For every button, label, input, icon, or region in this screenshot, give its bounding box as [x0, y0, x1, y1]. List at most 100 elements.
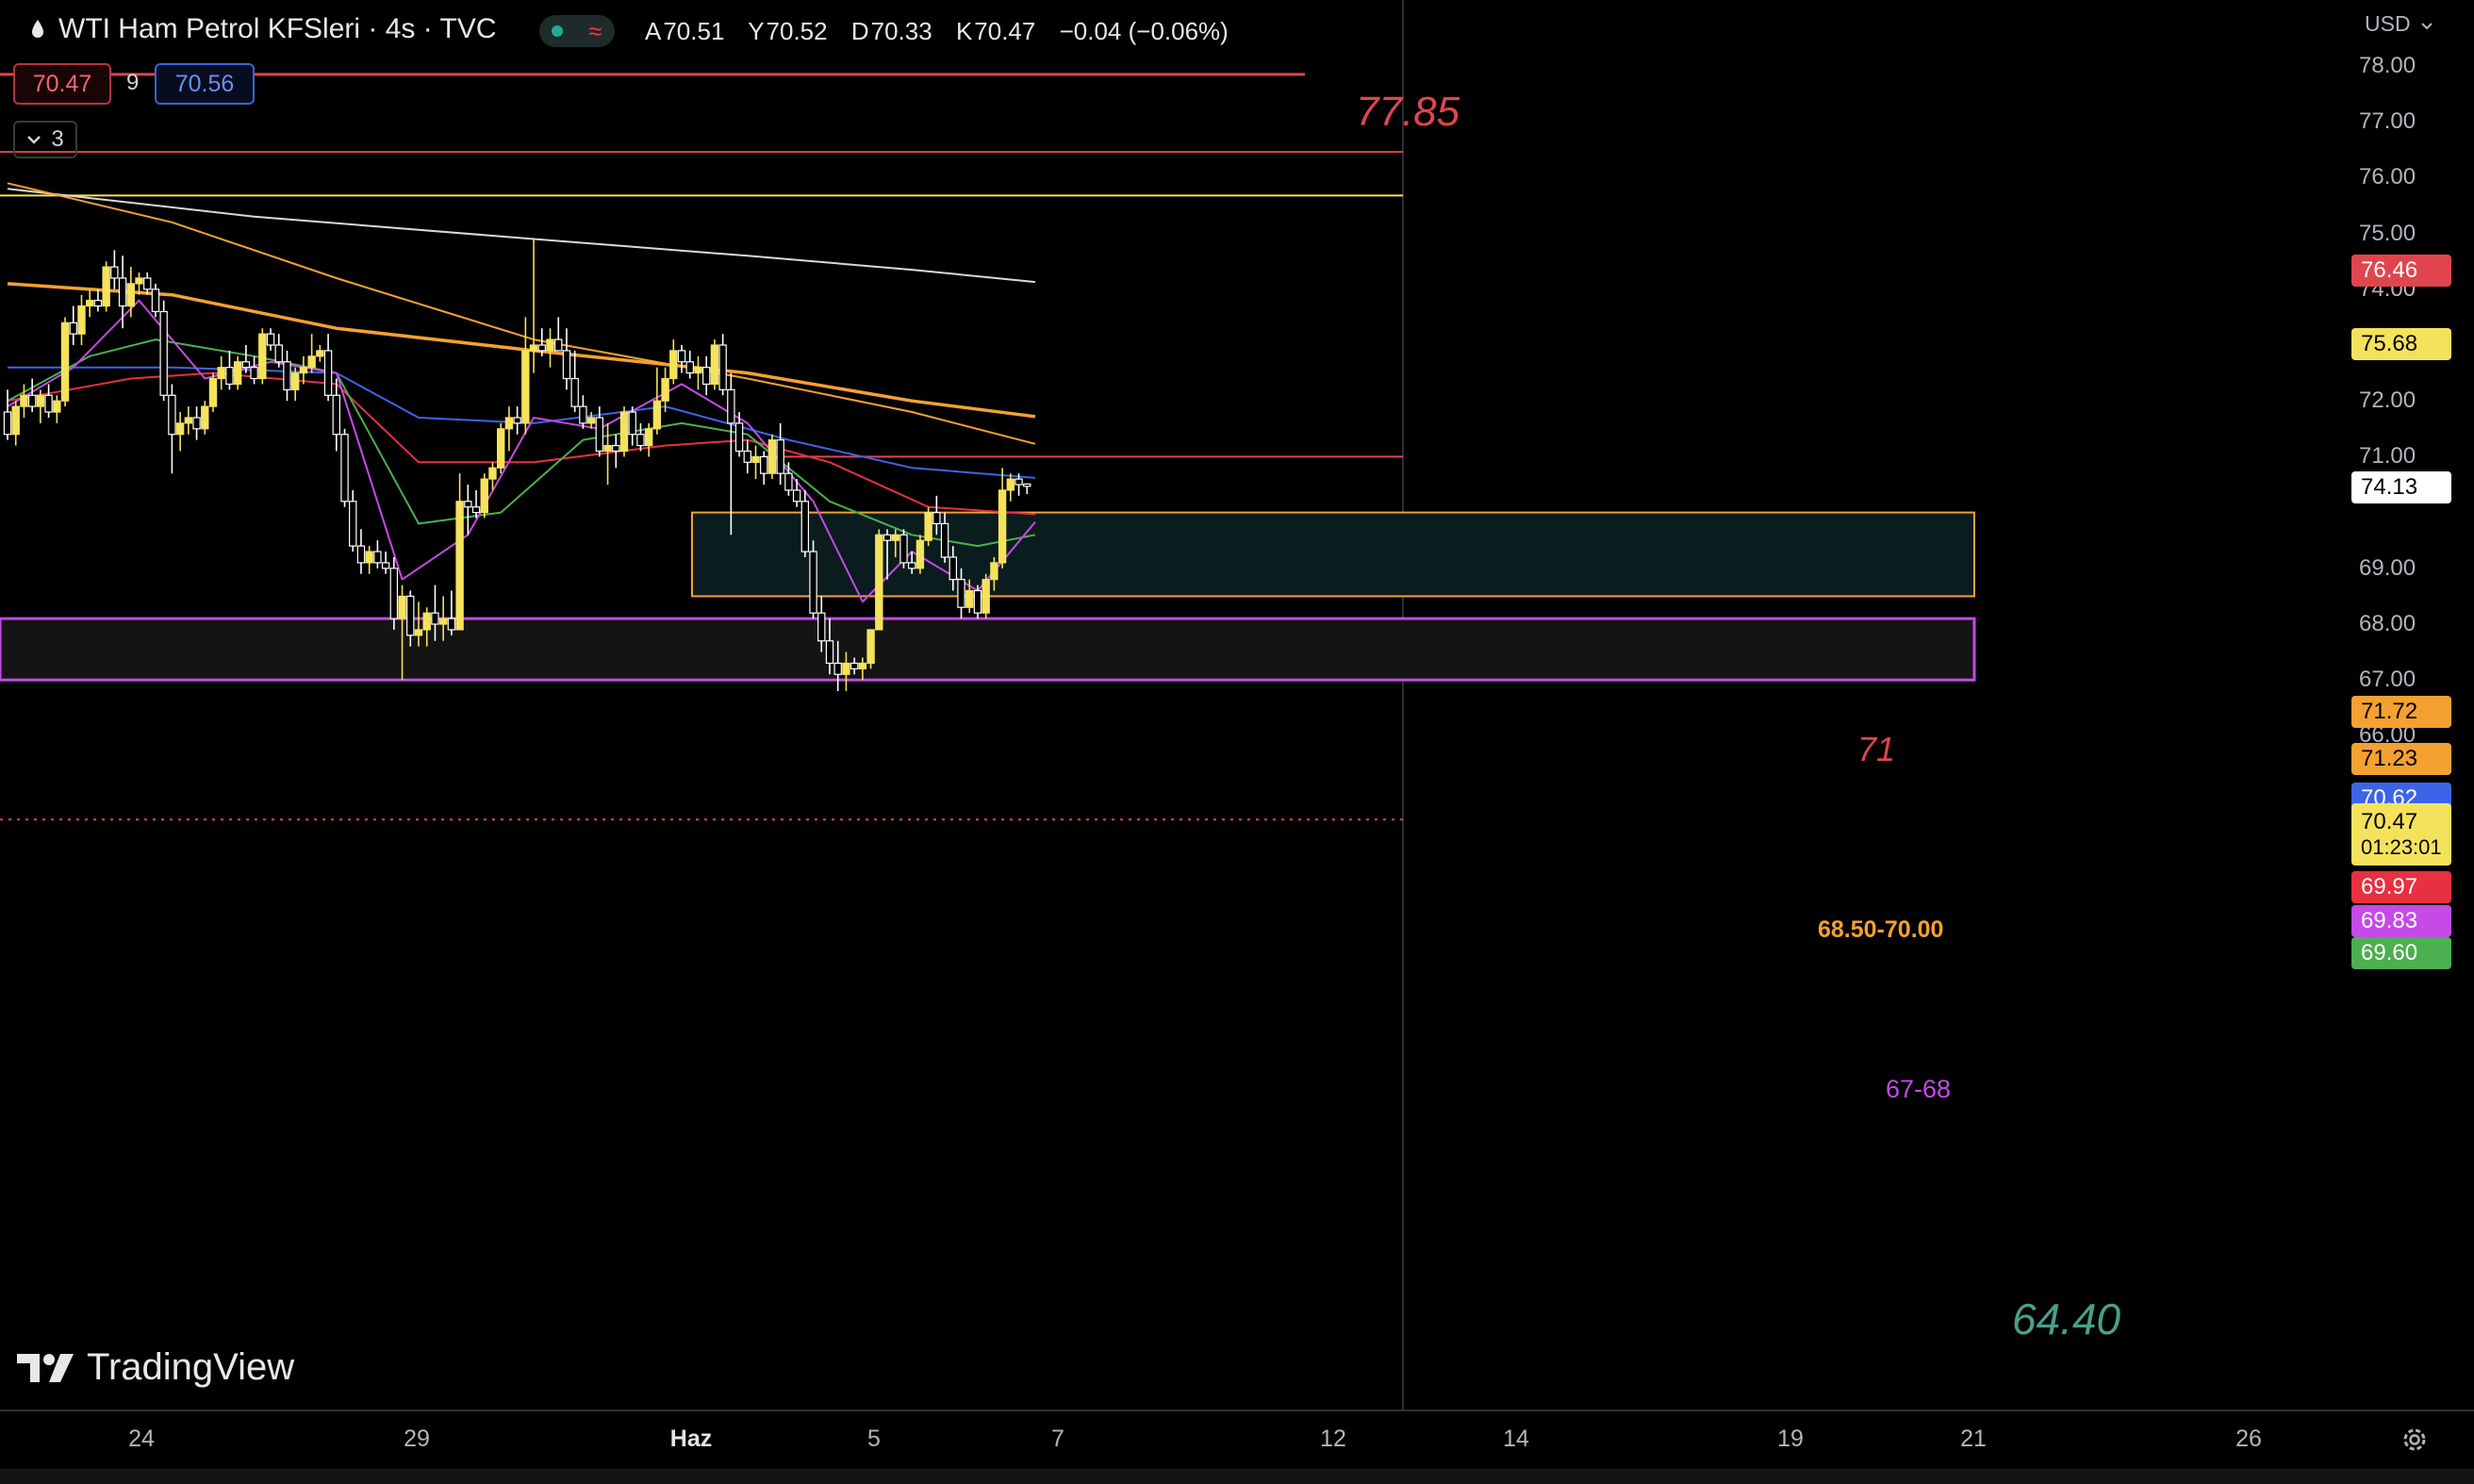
- price-tick-label: 77.00: [2359, 108, 2416, 135]
- candle-body: [734, 422, 744, 453]
- candle-body: [192, 417, 201, 430]
- candle-body: [1014, 478, 1023, 486]
- candle-body: [60, 322, 70, 402]
- logo-text: TradingView: [87, 1346, 295, 1388]
- tradingview-mark-icon: [17, 1353, 74, 1382]
- candle-body: [422, 612, 431, 631]
- candle-body: [44, 394, 53, 413]
- target-low-label: 64.40: [2012, 1294, 2121, 1344]
- time-tick-label: 7: [1051, 1426, 1064, 1452]
- candle-body: [899, 534, 908, 564]
- badge-price: 76.46: [2361, 257, 2418, 283]
- open-value: 70.51: [663, 17, 725, 45]
- zone-upper-label: 68.50-70.00: [1818, 916, 1944, 943]
- candle-countdown: 01:23:01: [2361, 835, 2442, 859]
- candle-body: [513, 417, 521, 424]
- candle-body: [488, 467, 497, 480]
- candle-body: [159, 310, 168, 396]
- trading-chart-app: WTI Ham Petrol KFSleri · 4s · TVC ≈ A70.…: [0, 0, 2474, 1484]
- candle-body: [93, 300, 103, 307]
- candle-body: [701, 367, 711, 386]
- candle-body: [250, 367, 258, 380]
- price-badge: 71.72: [2351, 696, 2451, 728]
- price-tick-label: 78.00: [2359, 53, 2416, 78]
- price-badge: 76.46: [2351, 255, 2451, 287]
- open-key: A: [645, 17, 662, 45]
- oil-drop-icon: [32, 20, 43, 38]
- price-tick-label: 72.00: [2359, 387, 2416, 414]
- candle-body: [907, 562, 916, 569]
- candle-body: [398, 595, 406, 619]
- ohlc-values: A70.51 Y70.52 D70.33 K70.47 −0.04 (−0.06…: [645, 17, 1229, 46]
- candle-body: [431, 612, 439, 625]
- candle-body: [53, 400, 61, 413]
- candle-body: [274, 344, 283, 363]
- price-tick-label: 75.00: [2359, 220, 2416, 246]
- candle-body: [126, 283, 135, 307]
- price-chart[interactable]: [0, 0, 2474, 1484]
- time-tick-label: 14: [1503, 1426, 1529, 1452]
- candle-body: [743, 450, 752, 463]
- candle-body: [356, 545, 366, 564]
- close-key: K: [955, 17, 973, 45]
- candle-body: [965, 589, 974, 608]
- candle-body: [381, 562, 390, 569]
- candle-body: [792, 489, 801, 503]
- badge-price: 75.68: [2361, 331, 2418, 356]
- sell-button[interactable]: 70.47: [13, 63, 111, 105]
- price-tick-label: 76.00: [2359, 164, 2416, 190]
- time-tick-label: 24: [128, 1426, 155, 1452]
- tradingview-logo[interactable]: TradingView: [17, 1346, 294, 1389]
- candle-body: [694, 367, 702, 374]
- candle-body: [143, 277, 152, 290]
- candle-body: [784, 472, 793, 491]
- candle-body: [579, 405, 587, 424]
- candle-body: [1023, 483, 1031, 487]
- candle-body: [612, 444, 620, 453]
- buy-button[interactable]: 70.56: [155, 63, 255, 105]
- currency-label: USD: [2365, 11, 2411, 36]
- candle-body: [77, 305, 86, 335]
- time-tick-label: 21: [1960, 1426, 1987, 1452]
- candle-body: [915, 539, 925, 569]
- candle-body: [957, 579, 965, 608]
- market-status-pill[interactable]: ≈: [539, 15, 615, 47]
- currency-selector[interactable]: USD: [2365, 11, 2433, 37]
- indicators-count: 3: [51, 126, 64, 152]
- candle-body: [389, 568, 399, 619]
- candle-body: [332, 394, 341, 436]
- candle-body: [858, 662, 867, 669]
- candle-body: [932, 511, 941, 525]
- candle-body: [973, 589, 982, 614]
- badge-price: 69.60: [2361, 940, 2418, 965]
- candle-body: [669, 350, 678, 380]
- price-badge: 74.13: [2351, 471, 2451, 503]
- candle-body: [948, 556, 958, 581]
- candle-body: [891, 534, 899, 541]
- candle-body: [373, 551, 382, 564]
- candle-body: [118, 277, 127, 307]
- candle-body: [414, 629, 423, 636]
- candle-body: [760, 455, 768, 474]
- high-key: Y: [748, 17, 765, 45]
- bottom-toolbar-strip: [0, 1469, 2474, 1484]
- price-change: −0.04 (−0.06%): [1059, 17, 1229, 45]
- candle-body: [266, 333, 275, 346]
- zone-lower: [0, 617, 1976, 682]
- candle-body: [767, 439, 777, 474]
- candle-body: [241, 361, 251, 369]
- spread-value: 9: [126, 70, 140, 95]
- candle-body: [636, 434, 645, 447]
- indicators-toggle[interactable]: 3: [13, 121, 77, 158]
- candle-body: [168, 394, 176, 436]
- time-tick-label: 12: [1320, 1426, 1346, 1452]
- price-tick-label: 69.00: [2359, 554, 2416, 581]
- candle-body: [208, 377, 218, 407]
- symbol-title[interactable]: WTI Ham Petrol KFSleri · 4s · TVC: [30, 13, 497, 45]
- candle-body: [27, 394, 37, 407]
- candle-body: [464, 501, 472, 508]
- gear-icon[interactable]: [2400, 1426, 2429, 1454]
- close-value: 70.47: [974, 17, 1036, 45]
- time-tick-label: 19: [1777, 1426, 1804, 1452]
- time-tick-label: 29: [404, 1426, 430, 1452]
